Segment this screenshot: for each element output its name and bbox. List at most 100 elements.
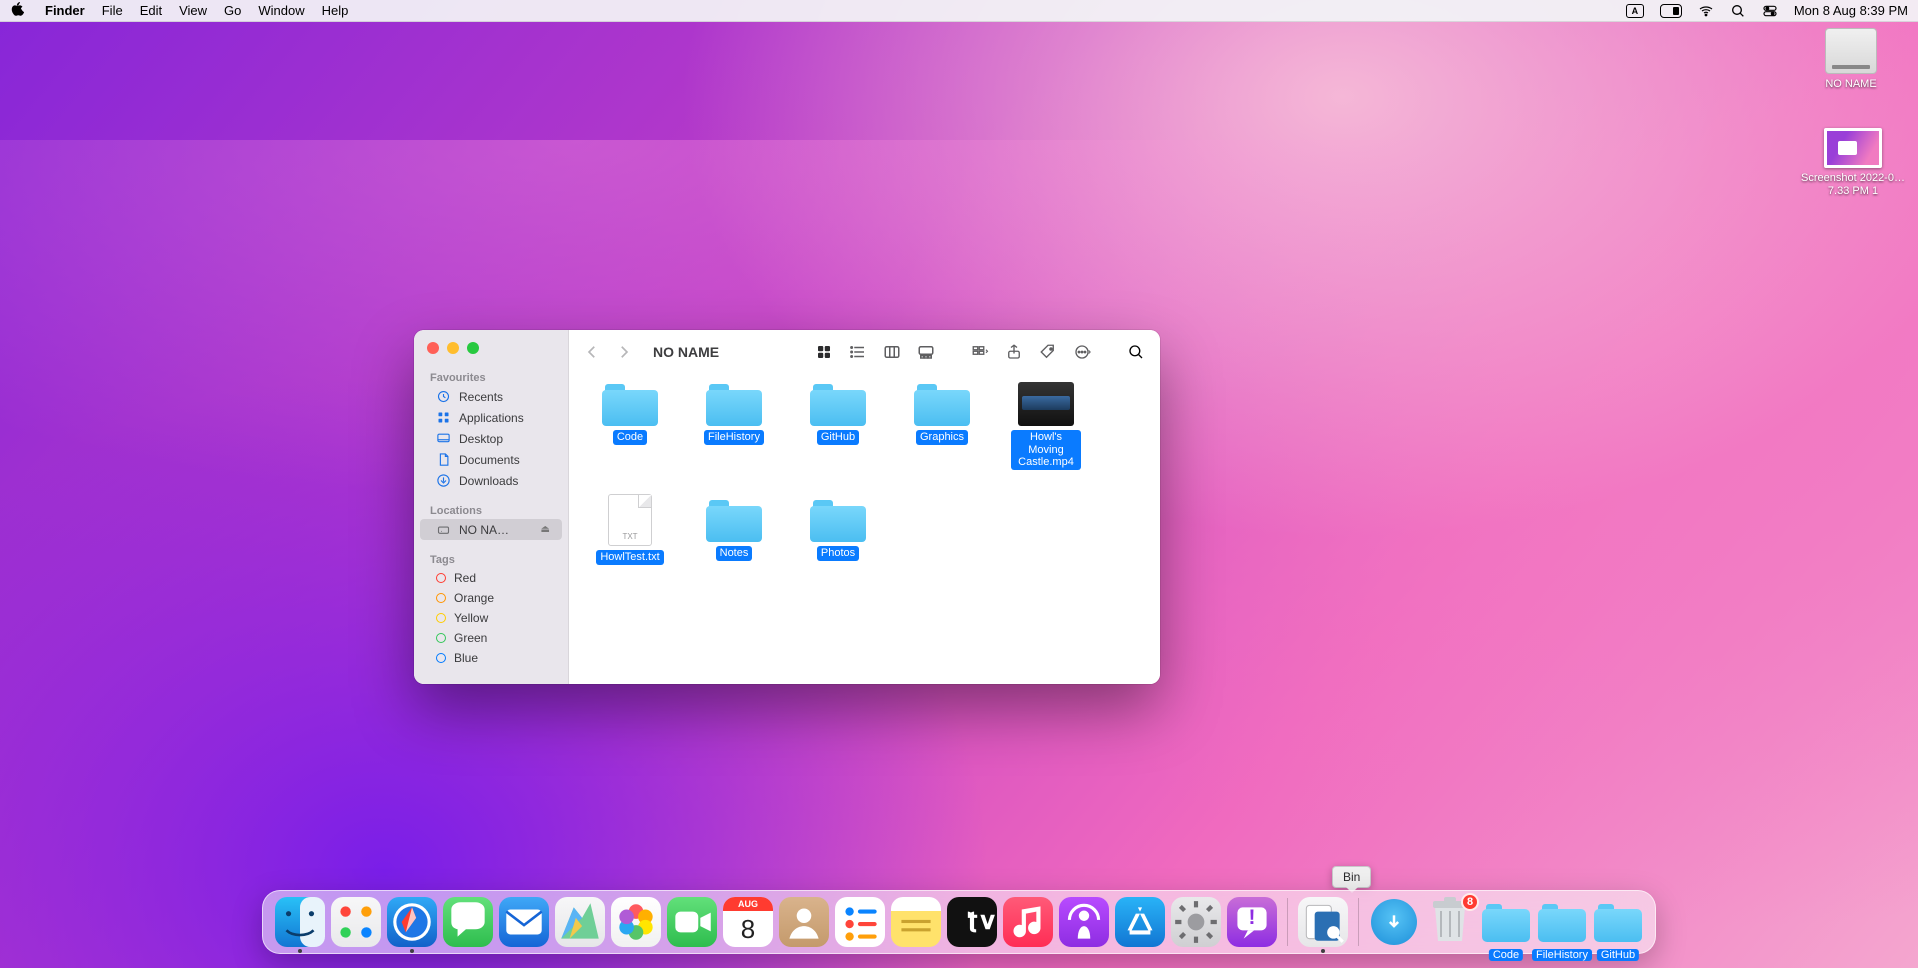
sidebar-item-recents[interactable]: Recents — [420, 386, 562, 407]
running-indicator — [1321, 949, 1325, 953]
file-name-label: Code — [613, 430, 647, 445]
dock-app-calendar[interactable]: AUG8 — [723, 897, 773, 947]
dock-app-finder[interactable] — [275, 897, 325, 947]
window-zoom-button[interactable] — [467, 342, 479, 354]
dock-app-notes[interactable] — [891, 897, 941, 947]
sidebar-item-label: NO NA… — [459, 523, 509, 537]
dock-app-appstore[interactable] — [1115, 897, 1165, 947]
menu-datetime[interactable]: Mon 8 Aug 8:39 PM — [1794, 3, 1908, 18]
dock-app-podcasts[interactable] — [1059, 897, 1109, 947]
window-minimize-button[interactable] — [447, 342, 459, 354]
menu-help[interactable]: Help — [322, 3, 349, 18]
sidebar-item-applications[interactable]: Applications — [420, 407, 562, 428]
screenshot-thumbnail-icon — [1824, 128, 1882, 168]
txt-file-icon: TXT — [608, 494, 652, 546]
sidebar-tag-green[interactable]: Green — [420, 628, 562, 648]
desktop-screenshot[interactable]: Screenshot 2022-0…7.33 PM 1 — [1798, 128, 1908, 198]
view-columns-button[interactable] — [882, 343, 902, 361]
sidebar-tag-red[interactable]: Red — [420, 568, 562, 588]
menu-go[interactable]: Go — [224, 3, 241, 18]
dock-app-settings[interactable] — [1171, 897, 1221, 947]
finder-item[interactable]: Code — [595, 382, 665, 470]
nav-forward-button[interactable] — [615, 343, 633, 361]
dock-app-messages[interactable] — [443, 897, 493, 947]
sidebar-item-label: Desktop — [459, 432, 503, 446]
dock-app-feedback[interactable]: ! — [1227, 897, 1277, 947]
finder-item[interactable]: FileHistory — [699, 382, 769, 470]
dock-app-tv[interactable] — [947, 897, 997, 947]
tag-color-dot — [436, 613, 446, 623]
sidebar-tag-blue[interactable]: Blue — [420, 648, 562, 668]
folder-icon — [914, 382, 970, 426]
downloads-icon — [1371, 899, 1417, 945]
stage-manager-icon[interactable] — [1660, 4, 1682, 18]
dock-minimized-label: FileHistory — [1532, 949, 1592, 961]
view-list-button[interactable] — [848, 343, 868, 361]
window-close-button[interactable] — [427, 342, 439, 354]
window-controls — [414, 340, 568, 368]
trash-badge: 8 — [1461, 893, 1479, 911]
wifi-icon[interactable] — [1698, 3, 1714, 19]
tag-color-dot — [436, 633, 446, 643]
finder-item[interactable]: Howl's Moving Castle.mp4 — [1011, 382, 1081, 470]
keyboard-input-indicator[interactable]: A — [1626, 4, 1644, 18]
finder-item[interactable]: TXTHowlTest.txt — [595, 498, 665, 565]
sidebar-item-label: Recents — [459, 390, 503, 404]
sidebar-header-locations: Locations — [414, 501, 568, 519]
dock-app-launchpad[interactable] — [331, 897, 381, 947]
dock-minimized-folder[interactable]: FileHistory — [1537, 897, 1587, 947]
sidebar-item-downloads[interactable]: Downloads — [420, 470, 562, 491]
eject-icon[interactable]: ⏏ — [541, 524, 550, 535]
doc-icon — [436, 452, 451, 467]
dock-minimized-folder[interactable]: Code — [1481, 897, 1531, 947]
menu-view[interactable]: View — [179, 3, 207, 18]
folder-icon — [1594, 902, 1642, 942]
finder-window[interactable]: Favourites RecentsApplicationsDesktopDoc… — [414, 330, 1160, 684]
menu-app-name[interactable]: Finder — [45, 3, 85, 18]
control-center-icon[interactable] — [1762, 3, 1778, 19]
sidebar-item-drive[interactable]: NO NA… ⏏ — [420, 519, 562, 540]
share-button[interactable] — [1004, 343, 1024, 361]
file-name-label: FileHistory — [704, 430, 764, 445]
finder-item[interactable]: GitHub — [803, 382, 873, 470]
finder-content[interactable]: Code FileHistory GitHub Graphics Howl's Movi… — [569, 374, 1160, 684]
nav-back-button[interactable] — [583, 343, 601, 361]
menu-file[interactable]: File — [102, 3, 123, 18]
view-gallery-button[interactable] — [916, 343, 936, 361]
dock-app-preview[interactable] — [1298, 897, 1348, 947]
dock-downloads[interactable] — [1369, 897, 1419, 947]
more-actions-button[interactable] — [1072, 343, 1092, 361]
dock-app-music[interactable] — [1003, 897, 1053, 947]
dock-trash[interactable]: 8 — [1425, 897, 1475, 947]
sidebar-tag-orange[interactable]: Orange — [420, 588, 562, 608]
dock-app-maps[interactable] — [555, 897, 605, 947]
dock-app-contacts[interactable] — [779, 897, 829, 947]
notes-icon — [891, 897, 941, 947]
sidebar-item-desktop[interactable]: Desktop — [420, 428, 562, 449]
desktop-drive[interactable]: NO NAME — [1806, 28, 1896, 91]
tag-color-dot — [436, 593, 446, 603]
dock-app-photos[interactable] — [611, 897, 661, 947]
apple-menu-icon[interactable] — [10, 2, 28, 19]
tags-button[interactable] — [1038, 343, 1058, 361]
folder-icon — [602, 382, 658, 426]
sidebar-tag-yellow[interactable]: Yellow — [420, 608, 562, 628]
group-by-button[interactable] — [970, 343, 990, 361]
finder-item[interactable]: Graphics — [907, 382, 977, 470]
finder-item[interactable]: Photos — [803, 498, 873, 565]
file-name-label: Howl's Moving Castle.mp4 — [1011, 430, 1081, 470]
menu-window[interactable]: Window — [258, 3, 304, 18]
spotlight-search-icon[interactable] — [1730, 3, 1746, 19]
dock-app-safari[interactable] — [387, 897, 437, 947]
dock-app-mail[interactable] — [499, 897, 549, 947]
search-button[interactable] — [1126, 343, 1146, 361]
finder-item[interactable]: Notes — [699, 498, 769, 565]
view-icons-button[interactable] — [814, 343, 834, 361]
finder-toolbar: NO NAME — [569, 330, 1160, 374]
dock-app-reminders[interactable] — [835, 897, 885, 947]
drive-icon — [436, 522, 451, 537]
dock-app-facetime[interactable] — [667, 897, 717, 947]
sidebar-item-documents[interactable]: Documents — [420, 449, 562, 470]
menu-edit[interactable]: Edit — [140, 3, 162, 18]
dock-minimized-folder[interactable]: GitHub — [1593, 897, 1643, 947]
